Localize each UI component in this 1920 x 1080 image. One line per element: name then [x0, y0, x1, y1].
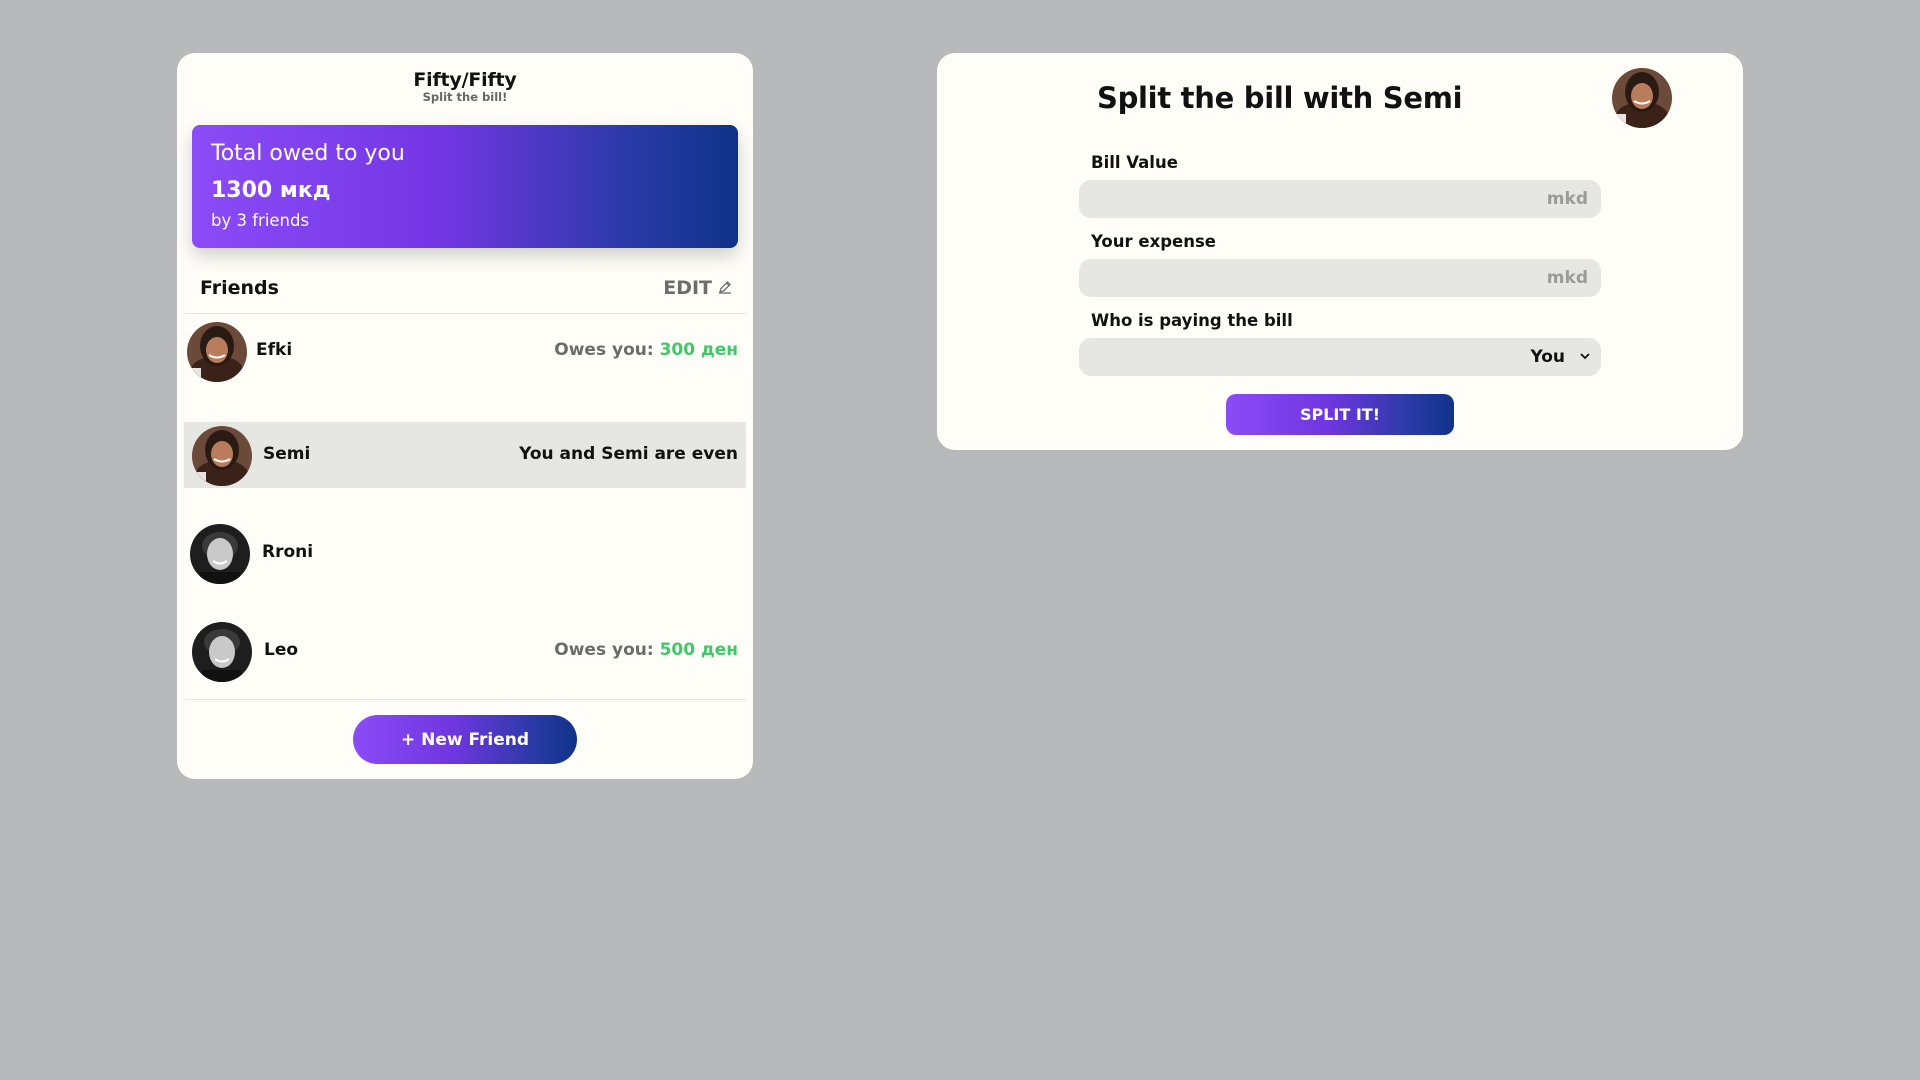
your-expense-input[interactable]: mkd — [1079, 259, 1601, 297]
friend-status: Owes you: 500 ден — [554, 640, 738, 660]
friend-name: Efki — [256, 340, 293, 360]
total-owed-title: Total owed to you — [211, 141, 405, 166]
friend-row-semi[interactable]: Semi You and Semi are even — [184, 422, 746, 488]
owe-amount: 300 ден — [659, 340, 738, 360]
bill-value-unit: mkd — [1546, 189, 1588, 209]
your-expense-label: Your expense — [1091, 232, 1216, 251]
your-expense-unit: mkd — [1546, 268, 1588, 288]
app-title: Fifty/Fifty — [413, 69, 517, 91]
status-label: You and Semi are even — [519, 444, 738, 464]
friend-name: Leo — [264, 640, 299, 660]
avatar — [187, 322, 247, 382]
brand: Fifty/Fifty Split the bill! — [177, 69, 753, 104]
payer-selected-value: You — [1530, 347, 1565, 367]
divider — [185, 699, 746, 700]
app-subtitle: Split the bill! — [422, 90, 508, 104]
friends-header: Friends EDIT — [185, 258, 746, 314]
payer-label: Who is paying the bill — [1091, 311, 1293, 330]
bill-value-input[interactable]: mkd — [1079, 180, 1601, 218]
split-bill-panel: Split the bill with Semi Bill Value mkd … — [937, 53, 1743, 450]
status-label: Owes you: — [554, 340, 654, 360]
avatar — [190, 524, 250, 584]
bill-value-label: Bill Value — [1091, 153, 1178, 172]
friend-name: Rroni — [262, 542, 314, 562]
split-title: Split the bill with Semi — [1097, 81, 1463, 115]
split-it-button[interactable]: SPLIT IT! — [1226, 394, 1454, 435]
pencil-icon — [718, 277, 732, 299]
friend-name: Semi — [263, 444, 311, 464]
friend-status: Owes you: 300 ден — [554, 340, 738, 360]
status-label: Owes you: — [554, 640, 654, 660]
new-friend-button[interactable]: + New Friend — [353, 715, 577, 764]
friend-row-efki[interactable]: Efki Owes you: 300 ден — [184, 318, 746, 384]
friends-panel: Fifty/Fifty Split the bill! Total owed t… — [177, 53, 753, 779]
avatar — [192, 622, 252, 682]
edit-button[interactable]: EDIT — [663, 277, 732, 299]
friend-status: You and Semi are even — [519, 444, 738, 464]
total-owed-amount: 1300 мкд — [211, 178, 331, 203]
avatar — [192, 426, 252, 486]
friend-row-leo[interactable]: Leo Owes you: 500 ден — [184, 618, 746, 684]
total-owed-subtitle: by 3 friends — [211, 211, 310, 230]
owe-amount: 500 ден — [659, 640, 738, 660]
friends-title: Friends — [200, 277, 279, 299]
edit-label: EDIT — [663, 277, 712, 299]
payer-select[interactable]: You — [1079, 338, 1601, 376]
chevron-down-icon — [1580, 353, 1590, 360]
selected-friend-avatar — [1612, 68, 1672, 128]
total-owed-card: Total owed to you 1300 мкд by 3 friends — [192, 125, 738, 248]
friend-row-rroni[interactable]: Rroni — [184, 520, 746, 586]
